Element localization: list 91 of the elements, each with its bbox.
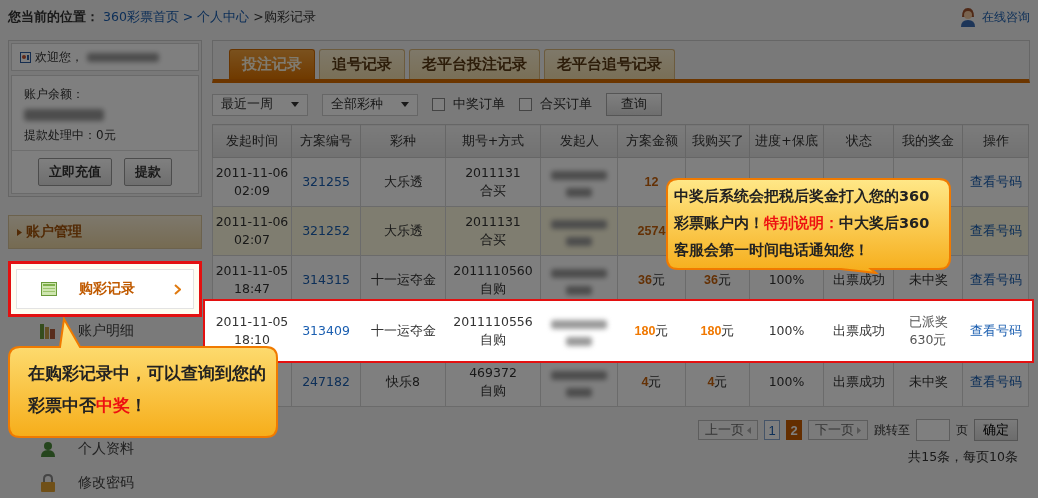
- lock-icon: [40, 474, 56, 492]
- checkbox-label: 合买订单: [540, 96, 592, 113]
- column-header: 进度+保底: [749, 124, 824, 158]
- prize-cell: 已派奖 630元: [908, 314, 948, 347]
- checkbox[interactable]: [432, 98, 445, 111]
- tab[interactable]: 投注记录: [229, 49, 315, 79]
- status-cell: 出票成功: [832, 272, 885, 287]
- left-arrow-icon: [747, 426, 751, 434]
- menu-title: 账户管理: [26, 223, 82, 241]
- menu-item[interactable]: 账户明细: [16, 314, 194, 348]
- id-card-icon: [20, 51, 31, 63]
- column-header: 期号+方式: [445, 124, 541, 158]
- dropdown-caret-icon: [291, 102, 299, 107]
- checkbox-label: 中奖订单: [453, 96, 505, 113]
- menu-item[interactable]: 修改密码: [16, 466, 194, 498]
- plan-number-link[interactable]: 313409: [302, 323, 350, 338]
- column-header: 方案编号: [291, 124, 361, 158]
- column-header: 我的奖金: [893, 124, 963, 158]
- blurred-name: [551, 371, 607, 397]
- chevron-icon: [17, 228, 22, 236]
- amount-cell: 12: [644, 174, 659, 189]
- prize-cell: 未中奖: [908, 374, 948, 389]
- purchase-cell: 4元: [707, 374, 728, 389]
- dropdown-caret-icon: [401, 102, 409, 107]
- breadcrumb-link[interactable]: 360彩票首页: [103, 8, 179, 26]
- page-unit: 页: [956, 421, 968, 439]
- blurred-username: [87, 52, 159, 62]
- column-header: 发起人: [540, 124, 618, 158]
- tab[interactable]: 老平台追号记录: [544, 49, 675, 79]
- status-cell: 出票成功: [832, 374, 885, 389]
- search-button[interactable]: 查询: [606, 93, 662, 116]
- confirm-button[interactable]: 确定: [974, 419, 1018, 441]
- callout: 中奖后系统会把税后奖金打入您的360彩票账户内！特别说明：中大奖后360客服会第一时间电话通知您！: [666, 178, 951, 274]
- list-icon: [41, 282, 57, 296]
- breadcrumb-link[interactable]: > 个人中心: [182, 8, 250, 26]
- checkbox[interactable]: [519, 98, 532, 111]
- purchase-cell: 180元: [700, 323, 735, 338]
- time-cell: 2011-11-06 02:09: [215, 165, 289, 198]
- amount-cell: 2574: [637, 223, 666, 238]
- pending-withdrawal: 提款处理中：0元: [24, 127, 117, 144]
- issue-cell: 2011131 合买: [465, 214, 521, 247]
- column-header: 发起时间: [212, 124, 292, 158]
- location-label: 您当前的位置：: [8, 8, 99, 26]
- support-agent-icon: [960, 7, 976, 27]
- column-header: 操作: [962, 124, 1029, 158]
- amount-cell: 4元: [641, 374, 662, 389]
- lottery-cell: 大乐透: [383, 223, 423, 238]
- prize-cell: 未中奖: [908, 272, 948, 287]
- column-header: 状态: [823, 124, 894, 158]
- progress-cell: 100%: [768, 323, 805, 338]
- amount-cell: 36元: [638, 272, 665, 287]
- blurred-name: [551, 269, 607, 295]
- amount-cell: 180元: [634, 323, 669, 338]
- progress-cell: 100%: [768, 374, 805, 389]
- recharge-button[interactable]: 立即充值: [38, 158, 112, 186]
- issue-cell: 2011110556 自购: [453, 314, 533, 347]
- issue-cell: 2011110560 自购: [453, 263, 533, 296]
- blurred-name: [551, 320, 607, 346]
- lottery-cell: 大乐透: [383, 174, 423, 189]
- books-icon: [40, 323, 56, 339]
- lottery-cell: 十一运夺金: [370, 323, 436, 338]
- right-arrow-icon: [857, 426, 861, 434]
- lottery-cell: 快乐8: [386, 374, 420, 389]
- status-cell: 出票成功: [832, 323, 885, 338]
- tab[interactable]: 追号记录: [319, 49, 405, 79]
- issue-cell: 469372 自购: [469, 365, 517, 398]
- column-header: 我购买了: [685, 124, 750, 158]
- progress-cell: 100%: [768, 272, 805, 287]
- time-cell: 2011-11-05 18:10: [215, 314, 289, 347]
- time-cell: 2011-11-05 18:47: [215, 263, 289, 296]
- record-summary: 共15条，每页10条: [908, 449, 1018, 464]
- jump-label: 跳转至: [874, 421, 910, 439]
- person-icon: [40, 441, 56, 457]
- online-consult-link[interactable]: 在线咨询: [982, 8, 1030, 26]
- lottery-dropdown[interactable]: 全部彩种: [322, 93, 418, 116]
- blurred-name: [551, 171, 607, 197]
- time-cell: 2011-11-06 02:07: [215, 214, 289, 247]
- chevron-right-icon: [174, 283, 181, 295]
- tab[interactable]: 老平台投注记录: [409, 49, 540, 79]
- balance-label: 账户余额：: [24, 86, 85, 103]
- purchase-cell: 36元: [704, 272, 731, 287]
- issue-cell: 2011131 合买: [465, 165, 521, 198]
- page-button[interactable]: 1: [764, 420, 780, 440]
- breadcrumb-current: >购彩记录: [253, 8, 316, 26]
- welcome-text: 欢迎您，: [35, 48, 83, 66]
- page-button[interactable]: 2: [786, 420, 802, 440]
- blurred-name: [551, 220, 607, 246]
- column-header: 方案金额: [617, 124, 686, 158]
- page-input[interactable]: [916, 419, 950, 441]
- withdraw-button[interactable]: 提款: [124, 158, 172, 186]
- column-header: 彩种: [360, 124, 446, 158]
